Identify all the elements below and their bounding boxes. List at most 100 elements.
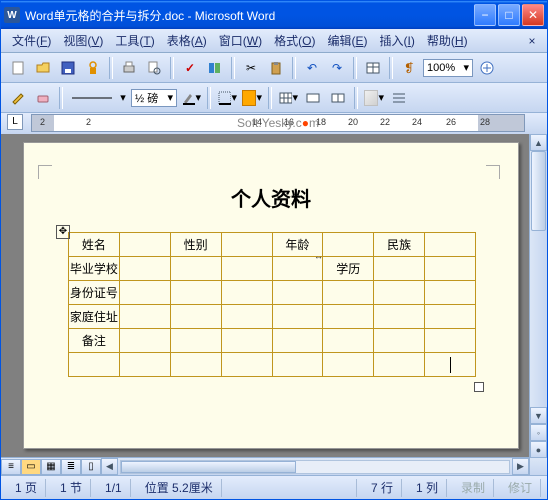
paste-button[interactable] bbox=[265, 57, 287, 79]
table-cell[interactable] bbox=[425, 281, 476, 305]
document-heading[interactable]: 个人资料 bbox=[24, 183, 518, 212]
table-cell[interactable] bbox=[374, 329, 425, 353]
document-page[interactable]: 个人资料 ✥ ↔ 姓名性别年龄民族毕业学校学历身份证号家庭住址备注 bbox=[23, 142, 519, 449]
table-cell[interactable] bbox=[323, 233, 374, 257]
table-cell[interactable] bbox=[425, 257, 476, 281]
scroll-down-button[interactable]: ▼ bbox=[530, 407, 547, 424]
table-cell[interactable] bbox=[374, 281, 425, 305]
split-cells-button[interactable] bbox=[327, 87, 349, 109]
menu-help[interactable]: 帮助(H) bbox=[422, 30, 473, 51]
draw-table-button[interactable] bbox=[7, 87, 29, 109]
table-cell[interactable] bbox=[425, 233, 476, 257]
show-marks-button[interactable]: ❡ bbox=[398, 57, 420, 79]
scroll-up-button[interactable]: ▲ bbox=[530, 134, 547, 151]
menu-file[interactable]: 文件(F) bbox=[7, 30, 56, 51]
table-cell[interactable] bbox=[119, 353, 170, 377]
status-rev[interactable]: 修订 bbox=[500, 479, 541, 497]
borders-button[interactable]: ▾ bbox=[216, 87, 238, 109]
table-cell[interactable] bbox=[323, 329, 374, 353]
scroll-right-button[interactable]: ▶ bbox=[512, 458, 529, 475]
cut-button[interactable]: ✂ bbox=[240, 57, 262, 79]
table-cell[interactable] bbox=[272, 281, 323, 305]
align-button[interactable]: ▾ bbox=[363, 87, 385, 109]
table-cell[interactable] bbox=[119, 281, 170, 305]
research-button[interactable] bbox=[204, 57, 226, 79]
table-cell[interactable]: 家庭住址 bbox=[69, 305, 120, 329]
menu-edit[interactable]: 编辑(E) bbox=[322, 30, 372, 51]
table-cell[interactable] bbox=[221, 305, 272, 329]
table-cell[interactable] bbox=[272, 353, 323, 377]
menu-table[interactable]: 表格(A) bbox=[162, 30, 212, 51]
document-table[interactable]: 姓名性别年龄民族毕业学校 学历身份证号家庭住址备注 bbox=[68, 232, 476, 377]
zoom-combo[interactable]: 100%▾ bbox=[423, 59, 473, 77]
print-layout-view-button[interactable]: ▭ bbox=[21, 459, 41, 475]
table-cell[interactable] bbox=[69, 353, 120, 377]
vscroll-thumb[interactable] bbox=[531, 151, 546, 231]
table-row[interactable]: 身份证号 bbox=[69, 281, 476, 305]
table-row[interactable]: 家庭住址 bbox=[69, 305, 476, 329]
table-cell[interactable] bbox=[221, 233, 272, 257]
table-cell[interactable] bbox=[425, 353, 476, 377]
table-cell[interactable]: 毕业学校 bbox=[69, 257, 120, 281]
table-cell[interactable] bbox=[170, 305, 221, 329]
table-row[interactable]: 备注 bbox=[69, 329, 476, 353]
hscroll-track[interactable] bbox=[120, 460, 510, 474]
table-cell[interactable]: 年龄 bbox=[272, 233, 323, 257]
table-row[interactable] bbox=[69, 353, 476, 377]
horizontal-ruler[interactable]: 2 2 14 16 18 20 22 24 26 28 Soft.Yesky.c… bbox=[31, 114, 525, 132]
table-cell[interactable] bbox=[221, 353, 272, 377]
table-cell[interactable]: 学历 bbox=[323, 257, 374, 281]
table-cell[interactable] bbox=[374, 305, 425, 329]
table-cell[interactable] bbox=[170, 257, 221, 281]
table-cell[interactable] bbox=[425, 329, 476, 353]
print-button[interactable] bbox=[118, 57, 140, 79]
menu-view[interactable]: 视图(V) bbox=[58, 30, 108, 51]
outline-view-button[interactable]: ≣ bbox=[61, 459, 81, 475]
maximize-button[interactable]: □ bbox=[498, 4, 520, 26]
table-cell[interactable] bbox=[119, 329, 170, 353]
table-cell[interactable] bbox=[272, 329, 323, 353]
table-cell[interactable]: 身份证号 bbox=[69, 281, 120, 305]
browse-prev-button[interactable]: ◦ bbox=[530, 424, 547, 441]
shading-button[interactable]: ▾ bbox=[241, 87, 263, 109]
table-cell[interactable] bbox=[221, 329, 272, 353]
minimize-button[interactable]: − bbox=[474, 4, 496, 26]
table-cell[interactable] bbox=[119, 305, 170, 329]
reading-view-button[interactable]: ▯ bbox=[81, 459, 101, 475]
print-preview-button[interactable] bbox=[143, 57, 165, 79]
hscroll-thumb[interactable] bbox=[121, 461, 296, 473]
menu-window[interactable]: 窗口(W) bbox=[214, 30, 267, 51]
table-cell[interactable] bbox=[323, 305, 374, 329]
insert-table-button[interactable] bbox=[362, 57, 384, 79]
table-cell[interactable] bbox=[272, 257, 323, 281]
table-cell[interactable] bbox=[170, 353, 221, 377]
spellcheck-button[interactable]: ✓ bbox=[179, 57, 201, 79]
read-mode-button[interactable] bbox=[476, 57, 498, 79]
new-doc-button[interactable] bbox=[7, 57, 29, 79]
web-layout-view-button[interactable]: ▦ bbox=[41, 459, 61, 475]
menu-tools[interactable]: 工具(T) bbox=[110, 30, 159, 51]
merge-cells-button[interactable] bbox=[302, 87, 324, 109]
table-row[interactable]: 毕业学校 学历 bbox=[69, 257, 476, 281]
save-button[interactable] bbox=[57, 57, 79, 79]
eraser-button[interactable] bbox=[32, 87, 54, 109]
table-row[interactable]: 姓名性别年龄民族 bbox=[69, 233, 476, 257]
insert-table-button-2[interactable]: ▾ bbox=[277, 87, 299, 109]
permissions-button[interactable] bbox=[82, 57, 104, 79]
browse-select-button[interactable]: ● bbox=[530, 441, 547, 458]
table-cell[interactable]: 备注 bbox=[69, 329, 120, 353]
table-resize-handle[interactable] bbox=[474, 382, 484, 392]
table-cell[interactable] bbox=[170, 329, 221, 353]
line-style-button[interactable]: ▾ bbox=[68, 87, 128, 109]
menu-insert[interactable]: 插入(I) bbox=[375, 30, 420, 51]
scroll-left-button[interactable]: ◀ bbox=[101, 458, 118, 475]
table-cell[interactable] bbox=[119, 257, 170, 281]
redo-button[interactable]: ↷ bbox=[326, 57, 348, 79]
table-cell[interactable] bbox=[425, 305, 476, 329]
table-cell[interactable] bbox=[374, 257, 425, 281]
table-cell[interactable] bbox=[221, 281, 272, 305]
table-cell[interactable] bbox=[323, 281, 374, 305]
table-cell[interactable] bbox=[272, 305, 323, 329]
table-cell[interactable] bbox=[221, 257, 272, 281]
undo-button[interactable]: ↶ bbox=[301, 57, 323, 79]
